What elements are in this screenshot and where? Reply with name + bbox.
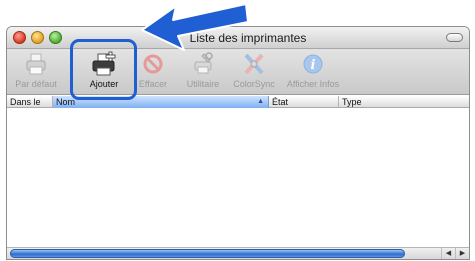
default-printer-button[interactable]: Par défaut (11, 51, 61, 93)
utility-icon (194, 52, 213, 74)
colorsync-button[interactable]: ColorSync (229, 51, 279, 93)
utility-label: Utilitaire (186, 79, 220, 89)
column-type[interactable]: Type (339, 96, 469, 108)
scroll-left-arrow-icon[interactable]: ◀ (441, 248, 455, 259)
printer-list[interactable] (7, 109, 469, 247)
horizontal-scrollbar[interactable]: ◀ ▶ (7, 247, 469, 259)
toolbar-toggle-button[interactable] (446, 33, 463, 42)
delete-icon (143, 54, 163, 74)
column-etat[interactable]: État (269, 96, 339, 108)
utility-button[interactable]: Utilitaire (179, 51, 227, 93)
default-printer-label: Par défaut (15, 79, 57, 89)
scrollbar-thumb[interactable] (10, 249, 405, 258)
printer-default-icon (26, 53, 46, 75)
colorsync-icon (244, 53, 264, 75)
column-dans-le[interactable]: Dans le (7, 96, 53, 108)
add-button-highlight (70, 39, 137, 100)
column-nom-label: Nom (56, 97, 76, 107)
delete-printer-label: Effacer (138, 79, 168, 89)
pointer-arrow-icon (141, 3, 249, 51)
show-info-button[interactable]: i Afficher Infos (281, 51, 345, 93)
delete-printer-button[interactable]: Effacer (133, 51, 173, 93)
svg-text:i: i (311, 58, 316, 73)
scroll-right-arrow-icon[interactable]: ▶ (455, 248, 469, 259)
sort-ascending-icon: ▲ (257, 98, 264, 105)
info-icon: i (303, 54, 323, 74)
show-info-label: Afficher Infos (286, 79, 340, 89)
colorsync-label: ColorSync (233, 79, 275, 89)
